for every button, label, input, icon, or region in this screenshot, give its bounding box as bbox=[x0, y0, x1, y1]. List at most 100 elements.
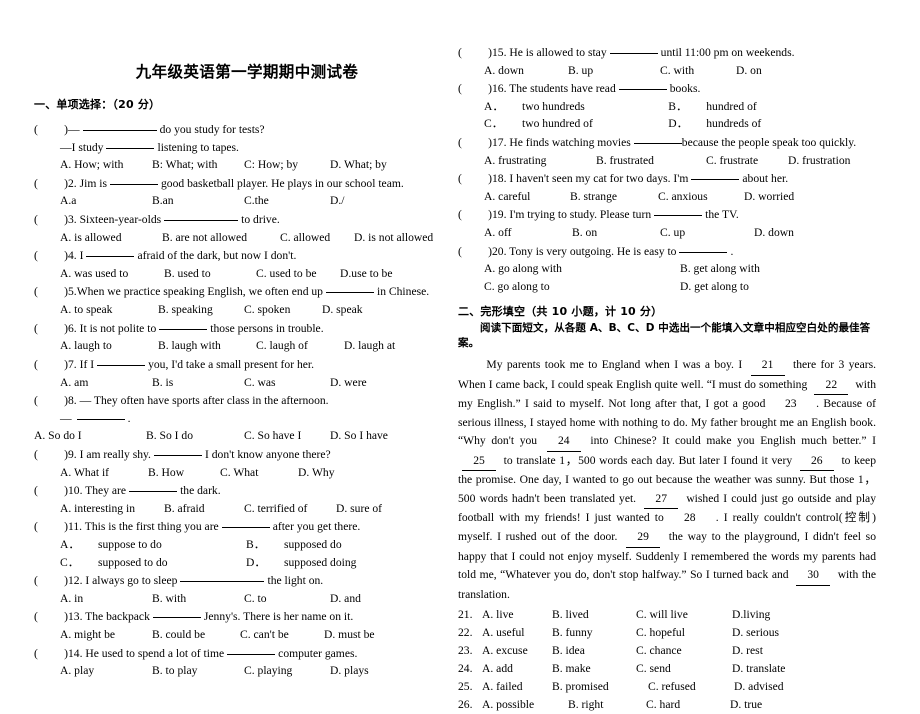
option-d[interactable]: D. on bbox=[736, 64, 762, 77]
cloze-option-d[interactable]: D.living bbox=[732, 606, 770, 624]
option-b[interactable]: B． hundred of bbox=[668, 98, 757, 116]
fill-blank[interactable] bbox=[164, 220, 239, 222]
option-c[interactable]: C. was bbox=[244, 374, 330, 392]
option-b[interactable]: B. up bbox=[568, 62, 660, 80]
cloze-blank[interactable]: 21 bbox=[750, 356, 785, 376]
option-d[interactable]: D． hundreds of bbox=[668, 115, 761, 133]
answer-bracket[interactable]: () bbox=[34, 247, 68, 265]
fill-blank[interactable] bbox=[325, 292, 374, 294]
option-b[interactable]: B. How bbox=[148, 464, 220, 482]
option-a[interactable]: A. in bbox=[60, 590, 152, 608]
option-a[interactable]: A． suppose to do bbox=[60, 536, 246, 554]
cloze-option-c[interactable]: C. hard bbox=[646, 696, 730, 714]
cloze-option-c[interactable]: C. hopeful bbox=[636, 624, 732, 642]
cloze-option-a[interactable]: A. failed bbox=[482, 678, 552, 696]
cloze-option-c[interactable]: C. send bbox=[636, 660, 732, 678]
cloze-option-a[interactable]: A. add bbox=[482, 660, 552, 678]
option-c[interactable]: C. So have I bbox=[244, 427, 330, 445]
option-d[interactable]: D. What; by bbox=[330, 158, 387, 171]
option-b[interactable]: B. are not allowed bbox=[162, 229, 280, 247]
option-a[interactable]: A. play bbox=[60, 662, 152, 680]
cloze-blank[interactable]: 23 bbox=[774, 395, 808, 414]
option-d[interactable]: D． supposed doing bbox=[246, 554, 356, 572]
fill-blank[interactable] bbox=[86, 256, 135, 258]
cloze-option-d[interactable]: D. serious bbox=[732, 624, 779, 642]
fill-blank[interactable] bbox=[691, 179, 740, 181]
option-c[interactable]: C.the bbox=[244, 192, 330, 210]
option-a[interactable]: A. interesting in bbox=[60, 500, 164, 518]
answer-bracket[interactable]: () bbox=[34, 518, 68, 536]
option-a[interactable]: A. am bbox=[60, 374, 152, 392]
option-d[interactable]: D. plays bbox=[330, 664, 369, 677]
option-c[interactable]: C. can't be bbox=[240, 626, 324, 644]
option-d[interactable]: D. frustration bbox=[788, 154, 850, 167]
answer-bracket[interactable]: () bbox=[34, 121, 68, 139]
option-d[interactable]: D. down bbox=[754, 226, 794, 239]
cloze-blank[interactable]: 26 bbox=[799, 452, 834, 472]
option-c[interactable]: C. playing bbox=[244, 662, 330, 680]
option-c[interactable]: C. anxious bbox=[658, 188, 744, 206]
option-c[interactable]: C: How; by bbox=[244, 156, 330, 174]
fill-blank[interactable] bbox=[609, 53, 658, 54]
option-b[interactable]: B. speaking bbox=[158, 301, 244, 319]
fill-blank[interactable] bbox=[97, 364, 146, 366]
cloze-option-b[interactable]: B. promised bbox=[552, 678, 648, 696]
option-b[interactable]: B. frustrated bbox=[596, 152, 706, 170]
answer-bracket[interactable]: () bbox=[458, 206, 492, 224]
option-d[interactable]: D. sure of bbox=[336, 502, 382, 515]
cloze-blank[interactable]: 30 bbox=[796, 566, 831, 586]
option-c[interactable]: C. What bbox=[220, 464, 298, 482]
fill-blank[interactable] bbox=[654, 215, 703, 217]
cloze-blank[interactable]: 27 bbox=[644, 490, 679, 510]
option-a[interactable]: A. So do I bbox=[34, 427, 146, 445]
fill-blank[interactable] bbox=[221, 527, 270, 529]
option-d[interactable]: D.use to be bbox=[340, 267, 392, 280]
option-d[interactable]: D. and bbox=[330, 592, 361, 605]
option-b[interactable]: B: What; with bbox=[152, 156, 244, 174]
cloze-option-c[interactable]: C. chance bbox=[636, 642, 732, 660]
fill-blank[interactable] bbox=[129, 491, 178, 493]
option-a[interactable]: A． two hundreds bbox=[484, 98, 668, 116]
cloze-option-a[interactable]: A. useful bbox=[482, 624, 552, 642]
option-b[interactable]: B. on bbox=[572, 224, 660, 242]
fill-blank[interactable] bbox=[82, 130, 157, 131]
answer-bracket[interactable]: () bbox=[34, 482, 68, 500]
option-c[interactable]: C. laugh of bbox=[256, 337, 344, 355]
option-a[interactable]: A. was used to bbox=[60, 265, 164, 283]
option-d[interactable]: D. Why bbox=[298, 466, 335, 479]
option-d[interactable]: D. is not allowed bbox=[354, 231, 433, 244]
option-a[interactable]: A. might be bbox=[60, 626, 152, 644]
fill-blank[interactable] bbox=[227, 653, 276, 655]
fill-blank[interactable] bbox=[618, 89, 667, 91]
cloze-option-c[interactable]: C. will live bbox=[636, 606, 732, 624]
answer-bracket[interactable]: () bbox=[34, 446, 68, 464]
option-d[interactable]: D. speak bbox=[322, 303, 363, 316]
answer-bracket[interactable]: () bbox=[458, 80, 492, 98]
option-b[interactable]: B. used to bbox=[164, 265, 256, 283]
option-d[interactable]: D. must be bbox=[324, 628, 375, 641]
option-c[interactable]: C. spoken bbox=[244, 301, 322, 319]
option-b[interactable]: B. So I do bbox=[146, 427, 244, 445]
fill-blank[interactable] bbox=[152, 617, 201, 619]
answer-bracket[interactable]: () bbox=[34, 175, 68, 193]
answer-bracket[interactable]: () bbox=[458, 44, 492, 62]
answer-bracket[interactable]: () bbox=[34, 320, 68, 338]
option-a[interactable]: A. off bbox=[484, 224, 572, 242]
option-a[interactable]: A. What if bbox=[60, 464, 148, 482]
fill-blank[interactable] bbox=[633, 143, 682, 145]
fill-blank[interactable] bbox=[109, 183, 158, 185]
cloze-blank[interactable]: 29 bbox=[626, 528, 661, 548]
option-b[interactable]: B. strange bbox=[570, 188, 658, 206]
option-d[interactable]: D. were bbox=[330, 376, 367, 389]
cloze-option-b[interactable]: B. lived bbox=[552, 606, 636, 624]
option-c[interactable]: C. go along to bbox=[484, 278, 680, 296]
answer-bracket[interactable]: () bbox=[34, 283, 68, 301]
option-c[interactable]: C. used to be bbox=[256, 265, 340, 283]
option-a[interactable]: A. How; with bbox=[60, 156, 152, 174]
answer-bracket[interactable]: () bbox=[34, 356, 68, 374]
answer-bracket[interactable]: () bbox=[34, 392, 68, 410]
answer-bracket[interactable]: () bbox=[458, 170, 492, 188]
option-a[interactable]: A. laugh to bbox=[60, 337, 158, 355]
option-c[interactable]: C． two hundred of bbox=[484, 115, 668, 133]
cloze-option-b[interactable]: B. right bbox=[568, 696, 646, 714]
